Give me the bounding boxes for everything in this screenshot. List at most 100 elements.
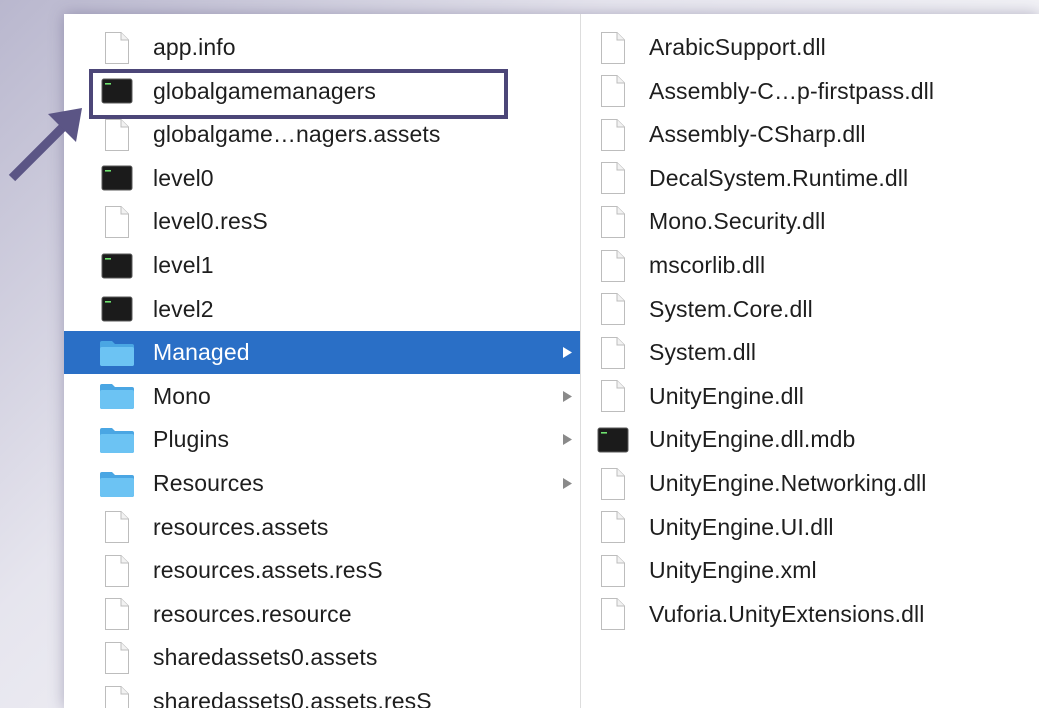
chevron-right-icon bbox=[562, 478, 572, 489]
file-row[interactable]: resources.resource bbox=[64, 593, 580, 636]
file-row[interactable]: mscorlib.dll bbox=[581, 244, 1039, 287]
row-label: Mono bbox=[153, 382, 211, 409]
row-label: sharedassets0.assets bbox=[153, 644, 378, 671]
row-label: DecalSystem.Runtime.dll bbox=[649, 164, 909, 191]
row-label: UnityEngine.dll bbox=[649, 382, 804, 409]
row-label: resources.resource bbox=[153, 600, 352, 627]
document-icon bbox=[601, 336, 625, 369]
row-icon-slot bbox=[593, 593, 633, 636]
row-icon-slot bbox=[97, 331, 137, 374]
disclosure-triangle-icon[interactable] bbox=[560, 331, 574, 374]
document-icon bbox=[601, 598, 625, 631]
row-label: UnityEngine.Networking.dll bbox=[649, 470, 927, 496]
unix-executable-icon bbox=[597, 427, 629, 453]
row-icon-slot bbox=[97, 636, 137, 679]
row-icon-slot bbox=[97, 113, 137, 156]
file-row[interactable]: app.info bbox=[64, 26, 580, 69]
file-row[interactable]: UnityEngine.dll.mdb bbox=[581, 418, 1039, 461]
file-row[interactable]: UnityEngine.dll bbox=[581, 375, 1039, 418]
document-icon bbox=[601, 554, 625, 587]
file-row[interactable]: globalgame…nagers.assets bbox=[64, 113, 580, 156]
file-row[interactable]: Vuforia.UnityExtensions.dll bbox=[581, 593, 1039, 636]
disclosure-triangle-icon[interactable] bbox=[560, 418, 574, 461]
row-icon-slot bbox=[97, 680, 137, 708]
file-row[interactable]: Mono.Security.dll bbox=[581, 200, 1039, 243]
row-icon-slot bbox=[593, 375, 633, 418]
document-icon bbox=[105, 511, 129, 544]
row-label: level0 bbox=[153, 164, 214, 191]
document-icon bbox=[105, 685, 129, 708]
row-icon-slot bbox=[593, 549, 633, 592]
document-icon bbox=[601, 293, 625, 326]
row-icon-slot bbox=[97, 506, 137, 549]
file-row[interactable]: UnityEngine.Networking.dll bbox=[581, 462, 1039, 505]
file-row[interactable]: DecalSystem.Runtime.dll bbox=[581, 157, 1039, 200]
document-icon bbox=[105, 31, 129, 64]
row-icon-slot bbox=[97, 462, 137, 505]
file-row[interactable]: level0 bbox=[64, 157, 580, 200]
folder-row[interactable]: Mono bbox=[64, 375, 580, 418]
document-icon bbox=[601, 205, 625, 238]
file-row[interactable]: resources.assets.resS bbox=[64, 549, 580, 592]
finder-column-right[interactable]: ArabicSupport.dll Assembly-C…p-firstpass.… bbox=[581, 14, 1039, 708]
document-icon bbox=[105, 554, 129, 587]
file-row[interactable]: level0.resS bbox=[64, 200, 580, 243]
file-row[interactable]: Assembly-CSharp.dll bbox=[581, 113, 1039, 156]
file-row[interactable]: UnityEngine.UI.dll bbox=[581, 506, 1039, 549]
file-row[interactable]: sharedassets0.assets bbox=[64, 636, 580, 679]
file-row[interactable]: sharedassets0.assets.resS bbox=[64, 680, 580, 708]
document-icon bbox=[105, 118, 129, 151]
row-label: Assembly-C…p-firstpass.dll bbox=[649, 77, 935, 104]
row-icon-slot bbox=[97, 375, 137, 418]
document-icon bbox=[601, 31, 625, 64]
row-icon-slot bbox=[97, 244, 137, 287]
row-label: globalgame…nagers.assets bbox=[153, 121, 441, 148]
row-label: ArabicSupport.dll bbox=[649, 34, 826, 60]
annotation-highlight-box bbox=[89, 69, 508, 119]
row-icon-slot bbox=[593, 331, 633, 374]
row-icon-slot bbox=[593, 113, 633, 156]
document-icon bbox=[601, 511, 625, 544]
file-row[interactable]: level1 bbox=[64, 244, 580, 287]
disclosure-triangle-icon[interactable] bbox=[560, 462, 574, 505]
row-label: Mono.Security.dll bbox=[649, 208, 826, 235]
row-label: resources.assets bbox=[153, 513, 329, 540]
row-label: System.Core.dll bbox=[649, 295, 813, 322]
row-label: mscorlib.dll bbox=[649, 252, 766, 278]
row-icon-slot bbox=[97, 418, 137, 461]
disclosure-triangle-icon[interactable] bbox=[560, 375, 574, 418]
row-label: UnityEngine.UI.dll bbox=[649, 513, 834, 540]
folder-row[interactable]: Resources bbox=[64, 462, 580, 505]
file-row[interactable]: ArabicSupport.dll bbox=[581, 26, 1039, 69]
folder-row[interactable]: Managed bbox=[64, 331, 580, 375]
row-label: level2 bbox=[153, 295, 214, 322]
row-label: Assembly-CSharp.dll bbox=[649, 121, 866, 148]
row-icon-slot bbox=[593, 157, 633, 200]
row-icon-slot bbox=[97, 200, 137, 243]
document-icon bbox=[601, 118, 625, 151]
row-label: Managed bbox=[153, 339, 250, 366]
row-label: Plugins bbox=[153, 426, 230, 453]
file-row[interactable]: resources.assets bbox=[64, 506, 580, 549]
row-icon-slot bbox=[593, 418, 633, 461]
row-icon-slot bbox=[593, 462, 633, 505]
document-icon bbox=[601, 467, 625, 500]
row-icon-slot bbox=[593, 506, 633, 549]
folder-row[interactable]: Plugins bbox=[64, 418, 580, 461]
document-icon bbox=[601, 162, 625, 195]
file-row[interactable]: System.Core.dll bbox=[581, 288, 1039, 331]
row-icon-slot bbox=[593, 200, 633, 243]
row-label: Vuforia.UnityExtensions.dll bbox=[649, 600, 925, 627]
row-label: resources.assets.resS bbox=[153, 557, 383, 584]
row-icon-slot bbox=[593, 70, 633, 113]
folder-icon bbox=[100, 384, 134, 410]
row-icon-slot bbox=[593, 244, 633, 287]
row-label: app.info bbox=[153, 34, 236, 60]
row-label: UnityEngine.dll.mdb bbox=[649, 426, 856, 453]
row-icon-slot bbox=[593, 26, 633, 69]
file-row[interactable]: level2 bbox=[64, 288, 580, 331]
file-row[interactable]: UnityEngine.xml bbox=[581, 549, 1039, 592]
row-icon-slot bbox=[97, 26, 137, 69]
file-row[interactable]: Assembly-C…p-firstpass.dll bbox=[581, 70, 1039, 113]
file-row[interactable]: System.dll bbox=[581, 331, 1039, 374]
